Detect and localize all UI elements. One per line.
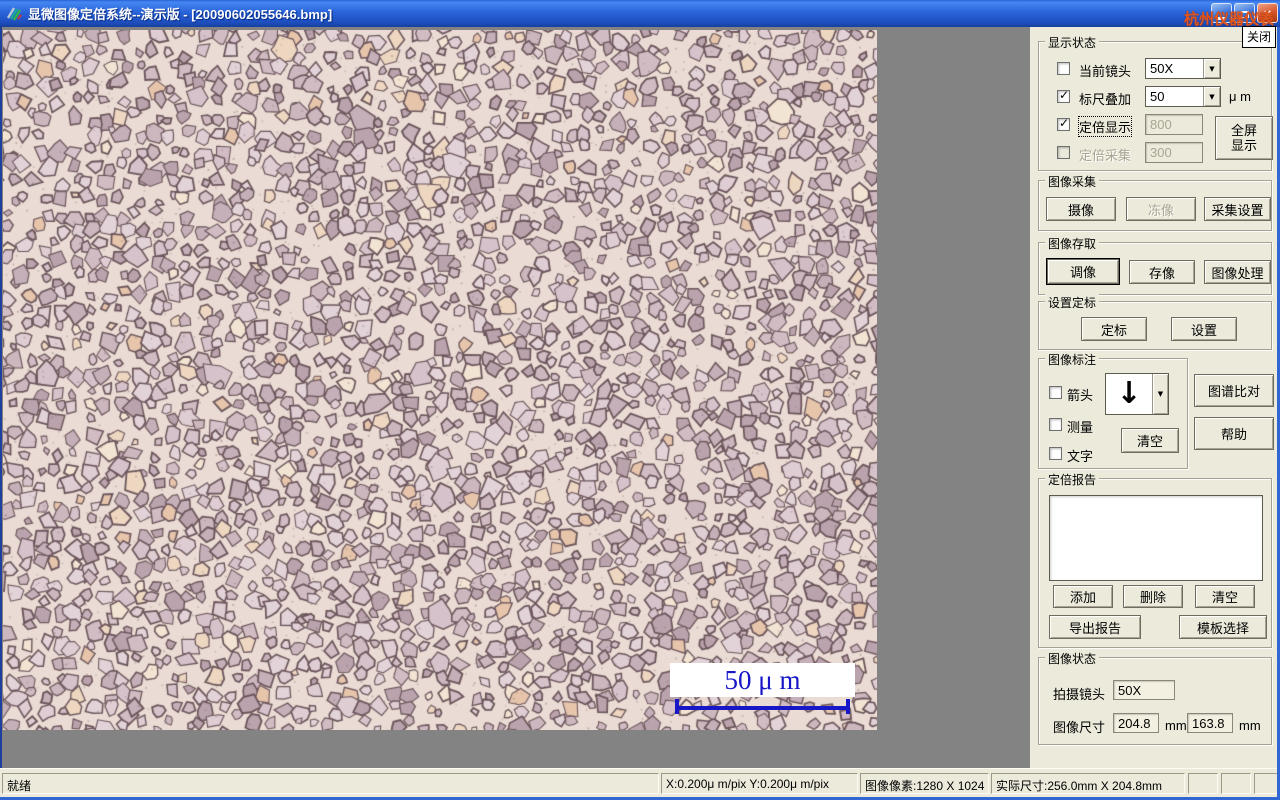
fixed-capture-input: 300 — [1145, 142, 1203, 163]
arrow-label[interactable]: 箭头 — [1067, 385, 1093, 404]
report-listbox[interactable] — [1049, 495, 1263, 581]
image-width-unit: mm — [1165, 718, 1187, 733]
status-ready: 就绪 — [2, 773, 659, 794]
clear-annotation-button[interactable]: 清空 — [1121, 428, 1179, 453]
chevron-down-icon[interactable]: ▼ — [1203, 59, 1220, 78]
atlas-compare-button[interactable]: 图谱比对 — [1194, 374, 1274, 407]
restore-icon — [1240, 10, 1249, 18]
scale-bar-tick-right — [846, 699, 850, 714]
group-annotation: 图像标注 箭头 ↓ ▼ 测量 清空 文字 — [1038, 351, 1188, 469]
status-pixel-scale: X:0.200μ m/pix Y:0.200μ m/pix — [661, 773, 858, 794]
ruler-value: 50 — [1150, 89, 1165, 104]
status-actual-size: 实际尺寸:256.0mm X 204.8mm — [991, 773, 1185, 794]
current-lens-value: 50X — [1150, 61, 1174, 76]
ruler-value-dropdown[interactable]: 50 ▼ — [1145, 86, 1221, 107]
calib-settings-button[interactable]: 设置 — [1171, 317, 1237, 341]
arrow-checkbox[interactable] — [1049, 386, 1062, 399]
group-report-legend: 定倍报告 — [1045, 471, 1100, 488]
group-display-status: 显示状态 当前镜头 50X ▼ 标尺叠加 50 ▼ μ m 定倍显示 800 全… — [1038, 34, 1273, 171]
arrow-style-dropdown[interactable]: ↓ ▼ — [1105, 373, 1169, 415]
group-display-status-legend: 显示状态 — [1045, 34, 1100, 51]
scale-bar-label-box: 50 μ m — [670, 663, 855, 697]
calibrate-button[interactable]: 定标 — [1081, 317, 1147, 341]
image-process-button[interactable]: 图像处理 — [1204, 260, 1271, 284]
group-image-status-legend: 图像状态 — [1045, 650, 1100, 667]
app-window: 显微图像定倍系统--演示版 - [20090602055646.bmp] × 杭… — [0, 0, 1280, 800]
shoot-lens-label: 拍摄镜头 — [1053, 687, 1106, 702]
status-image-pixels: 图像像素:1280 X 1024 — [860, 773, 989, 794]
image-width-value: 204.8 — [1113, 713, 1159, 733]
freeze-button: 冻像 — [1126, 197, 1196, 221]
group-capture-legend: 图像采集 — [1045, 173, 1100, 190]
restore-button[interactable] — [1234, 3, 1255, 23]
minimize-icon — [1217, 17, 1226, 20]
ruler-overlay-checkbox[interactable] — [1057, 88, 1070, 103]
close-icon: × — [1263, 5, 1272, 21]
close-button[interactable]: × — [1257, 3, 1278, 23]
control-panel: 显示状态 当前镜头 50X ▼ 标尺叠加 50 ▼ μ m 定倍显示 800 全… — [1030, 27, 1277, 768]
report-clear-button[interactable]: 清空 — [1195, 585, 1255, 608]
group-capture: 图像采集 摄像 冻像 采集设置 — [1038, 173, 1272, 231]
group-image-status: 图像状态 拍摄镜头 50X 图像尺寸 204.8 mm 163.8 mm — [1038, 650, 1272, 745]
group-report: 定倍报告 添加 删除 清空 导出报告 模板选择 — [1038, 471, 1272, 648]
fixed-display-input: 800 — [1145, 114, 1203, 135]
current-lens-label[interactable]: 当前镜头 — [1079, 61, 1131, 80]
fixed-capture-checkbox — [1057, 146, 1070, 159]
image-height-value: 163.8 — [1187, 713, 1233, 733]
window-border-left — [0, 27, 2, 768]
scale-bar-text: 50 μ m — [724, 664, 801, 695]
shoot-lens-value: 50X — [1113, 680, 1175, 700]
ruler-unit-label: μ m — [1229, 89, 1251, 104]
window-title: 显微图像定倍系统--演示版 - [20090602055646.bmp] — [28, 7, 333, 22]
minimize-button[interactable] — [1211, 3, 1232, 23]
text-checkbox[interactable] — [1049, 447, 1062, 460]
save-image-button[interactable]: 存像 — [1129, 260, 1195, 284]
group-storage-legend: 图像存取 — [1045, 235, 1100, 252]
title-bar: 显微图像定倍系统--演示版 - [20090602055646.bmp] × — [0, 0, 1280, 27]
group-storage: 图像存取 调像 存像 图像处理 — [1038, 235, 1272, 295]
group-calibration: 设置定标 定标 设置 — [1038, 294, 1272, 350]
group-annotation-legend: 图像标注 — [1045, 351, 1100, 368]
close-tooltip: 关闭 — [1242, 26, 1277, 48]
chevron-down-icon[interactable]: ▼ — [1152, 374, 1168, 414]
arrow-down-icon: ↓ — [1116, 376, 1142, 411]
image-height-unit: mm — [1239, 718, 1261, 733]
status-bar: 就绪 X:0.200μ m/pix Y:0.200μ m/pix 图像像素:12… — [0, 768, 1280, 797]
status-empty-3 — [1254, 773, 1278, 794]
micrograph-image: 50 μ m — [3, 30, 877, 730]
help-button[interactable]: 帮助 — [1194, 417, 1274, 450]
capture-settings-button[interactable]: 采集设置 — [1204, 197, 1271, 221]
shoot-button[interactable]: 摄像 — [1046, 197, 1116, 221]
micrograph-canvas — [3, 30, 877, 730]
report-delete-button[interactable]: 删除 — [1123, 585, 1183, 608]
window-controls: × — [1211, 3, 1278, 23]
current-lens-checkbox[interactable] — [1057, 62, 1070, 75]
status-empty-2 — [1221, 773, 1251, 794]
export-report-button[interactable]: 导出报告 — [1049, 615, 1141, 639]
load-image-button[interactable]: 调像 — [1047, 259, 1119, 284]
group-calibration-legend: 设置定标 — [1045, 294, 1100, 311]
image-viewport: 50 μ m — [2, 27, 1030, 768]
status-empty-1 — [1188, 773, 1218, 794]
measure-label[interactable]: 测量 — [1067, 417, 1093, 436]
text-label[interactable]: 文字 — [1067, 446, 1093, 465]
template-select-button[interactable]: 模板选择 — [1179, 615, 1267, 639]
scale-bar-tick-left — [675, 699, 679, 714]
fixed-display-label[interactable]: 定倍显示 — [1077, 116, 1133, 137]
current-lens-dropdown[interactable]: 50X ▼ — [1145, 58, 1221, 79]
app-icon — [6, 7, 22, 21]
ruler-overlay-label[interactable]: 标尺叠加 — [1079, 89, 1131, 108]
image-size-label: 图像尺寸 — [1053, 720, 1106, 735]
scale-bar-line — [675, 706, 850, 710]
chevron-down-icon[interactable]: ▼ — [1203, 87, 1220, 106]
report-add-button[interactable]: 添加 — [1053, 585, 1113, 608]
measure-checkbox[interactable] — [1049, 418, 1062, 431]
fixed-display-checkbox[interactable] — [1057, 116, 1070, 131]
fullscreen-button[interactable]: 全屏 显示 — [1215, 116, 1273, 160]
fixed-capture-label: 定倍采集 — [1079, 148, 1132, 163]
